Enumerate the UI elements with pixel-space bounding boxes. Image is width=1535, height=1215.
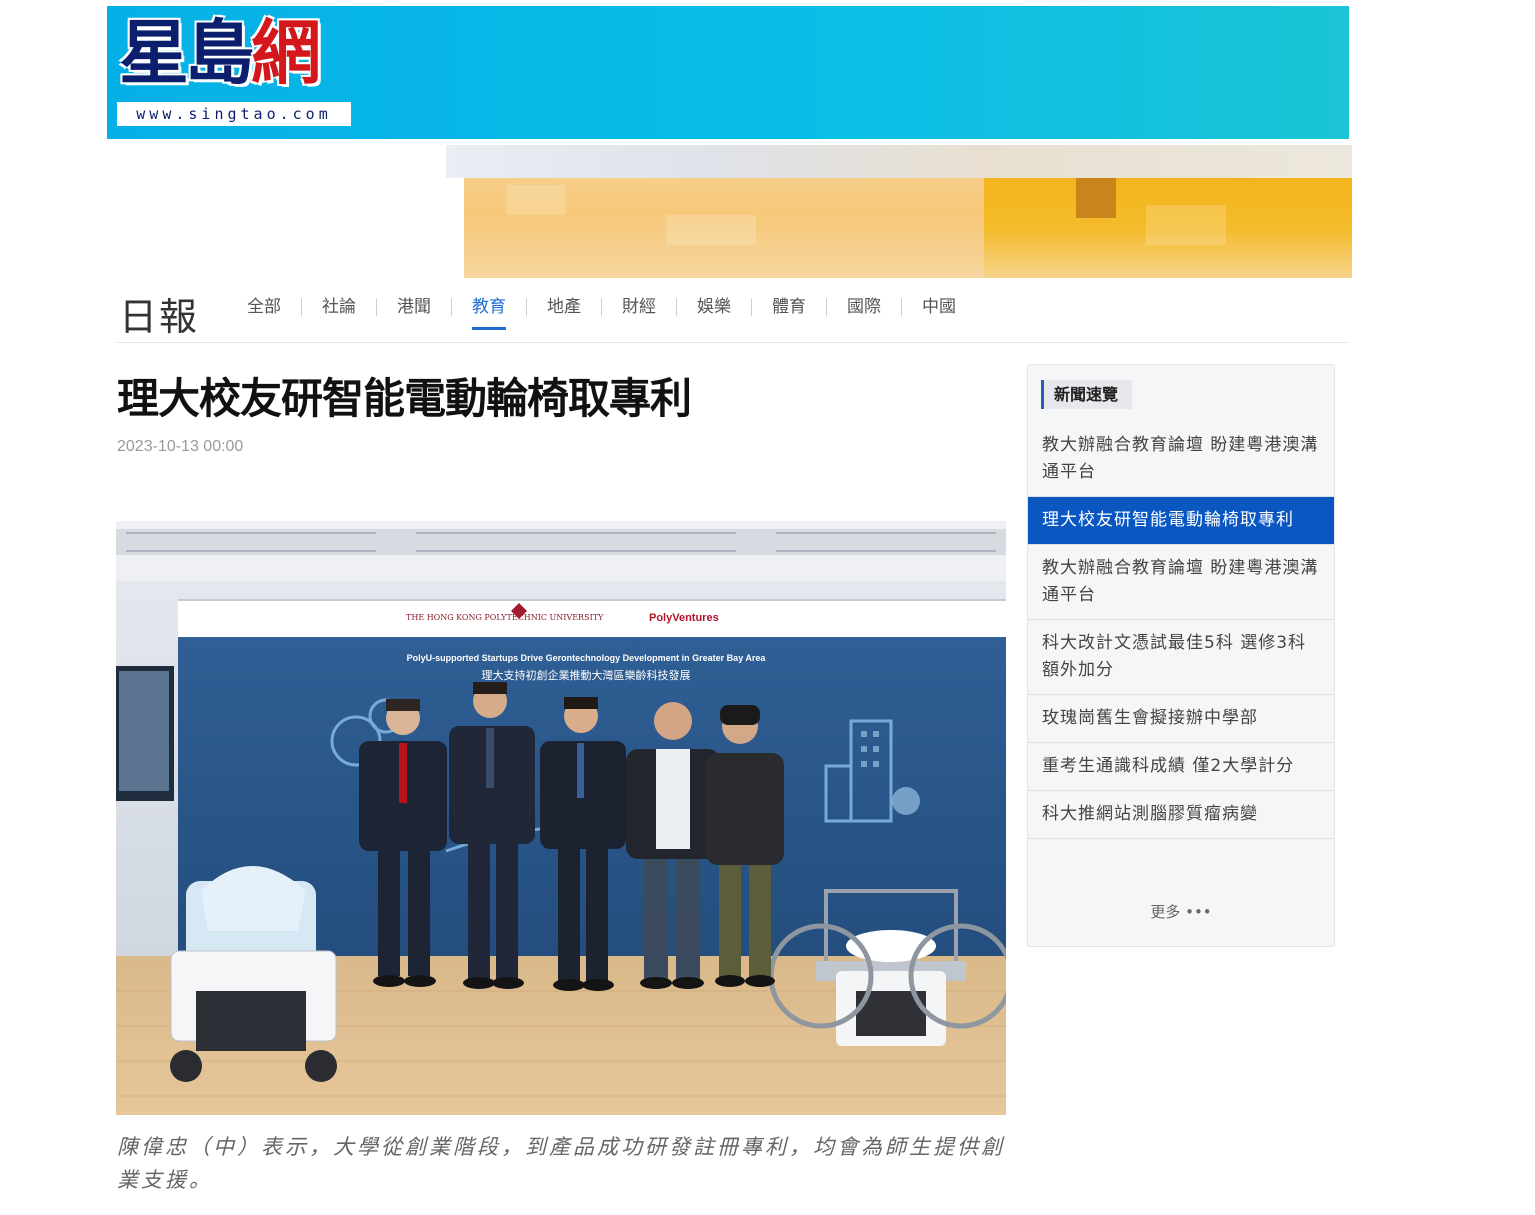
- article-date: 2023-10-13 00:00: [117, 438, 244, 455]
- photo-caption: 陳偉忠（中）表示，大學從創業階段，到產品成功研發註冊專利，均會為師生提供創業支援…: [117, 1135, 1005, 1192]
- article-photo[interactable]: THE HONG KONG POLYTECHNIC UNIVERSITY Pol…: [116, 521, 1006, 1115]
- news-sidebar: 新聞速覽 教大辦融合教育論壇 盼建粵港澳溝通平台 理大校友研智能電動輪椅取專利 教大…: [1027, 364, 1335, 947]
- tab-9[interactable]: 中國: [901, 298, 976, 316]
- svg-text:PolyU-supported Startups Drive: PolyU-supported Startups Drive Gerontech…: [407, 653, 767, 663]
- sidebar-heading: 新聞速覽: [1041, 380, 1133, 409]
- svg-text:理大支持初創企業推動大灣區樂齡科技發展: 理大支持初創企業推動大灣區樂齡科技發展: [482, 668, 691, 682]
- tab-8[interactable]: 國際: [826, 298, 901, 316]
- sidebar-news-item[interactable]: 重考生通識科成績 僅2大學計分: [1028, 743, 1334, 791]
- svg-text:THE HONG KONG POLYTECHNIC UNIV: THE HONG KONG POLYTECHNIC UNIVERSITY: [406, 613, 604, 622]
- tab-5[interactable]: 財經: [601, 298, 676, 316]
- section-nav: 日報 全部 社論 港聞 教育 地產 財經 娛樂 體育 國際 中國: [117, 280, 1349, 343]
- site-logo[interactable]: 星島網 www.singtao.com: [115, 12, 353, 130]
- sidebar-news-item[interactable]: 教大辦融合教育論壇 盼建粵港澳溝通平台: [1028, 422, 1334, 497]
- tab-0[interactable]: 全部: [232, 298, 301, 316]
- sidebar-list: 教大辦融合教育論壇 盼建粵港澳溝通平台 理大校友研智能電動輪椅取專利 教大辦融合教育…: [1028, 422, 1334, 839]
- sidebar-news-item[interactable]: 科大改計文憑試最佳5科 選修3科額外加分: [1028, 620, 1334, 695]
- tab-2[interactable]: 港聞: [376, 298, 451, 316]
- logo-wordmark: 星島網: [119, 12, 321, 94]
- article-headline: 理大校友研智能電動輪椅取專利: [117, 374, 692, 423]
- advertisement[interactable]: [446, 145, 1352, 278]
- sidebar-news-item[interactable]: 教大辦融合教育論壇 盼建粵港澳溝通平台: [1028, 545, 1334, 620]
- svg-text:PolyVentures: PolyVentures: [649, 612, 719, 624]
- sidebar-news-item[interactable]: 科大推網站測腦膠質瘤病變: [1028, 791, 1334, 839]
- sidebar-news-item[interactable]: 玫瑰崗舊生會擬接辦中學部: [1028, 695, 1334, 743]
- tab-6[interactable]: 娛樂: [676, 298, 751, 316]
- logo-url: www.singtao.com: [117, 102, 351, 126]
- tab-4[interactable]: 地產: [526, 298, 601, 316]
- tab-1[interactable]: 社論: [301, 298, 376, 316]
- more-link[interactable]: 更多 •••: [1028, 901, 1334, 922]
- sidebar-news-item[interactable]: 理大校友研智能電動輪椅取專利: [1028, 497, 1334, 545]
- header-banner: 星島網 www.singtao.com: [107, 6, 1349, 139]
- tab-7[interactable]: 體育: [751, 298, 826, 316]
- section-title: 日報: [119, 295, 200, 339]
- tab-3[interactable]: 教育: [451, 298, 526, 330]
- nav-tabs: 全部 社論 港聞 教育 地產 財經 娛樂 體育 國際 中國: [232, 298, 976, 330]
